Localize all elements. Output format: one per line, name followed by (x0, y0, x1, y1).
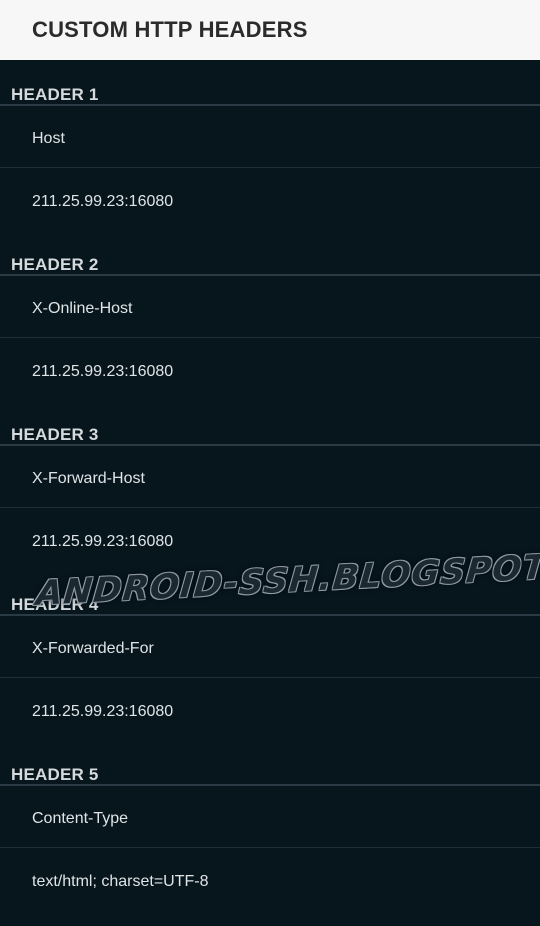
header-section-2: HEADER 2 X-Online-Host 211.25.99.23:1608… (0, 230, 540, 400)
header-value-text: 211.25.99.23:16080 (32, 193, 174, 210)
section-title: HEADER 4 (11, 595, 99, 614)
section-title: HEADER 3 (11, 425, 99, 444)
header-value-text: 211.25.99.23:16080 (32, 533, 174, 550)
row-divider (0, 167, 540, 168)
headers-list: HEADER 1 Host 211.25.99.23:16080 HEADER … (0, 60, 540, 910)
header-value-field[interactable]: 211.25.99.23:16080 (0, 339, 540, 401)
header-value-field[interactable]: 211.25.99.23:16080 (0, 679, 540, 741)
row-divider (0, 507, 540, 508)
page-title: CUSTOM HTTP HEADERS (32, 17, 308, 42)
header-value-text: text/html; charset=UTF-8 (32, 873, 209, 890)
header-name-field[interactable]: Host (0, 106, 540, 168)
header-name-field[interactable]: X-Online-Host (0, 276, 540, 338)
header-value-field[interactable]: 211.25.99.23:16080 (0, 169, 540, 231)
header-name-field[interactable]: X-Forward-Host (0, 446, 540, 508)
section-title: HEADER 1 (11, 85, 99, 104)
header-name-text: X-Online-Host (32, 300, 133, 317)
header-value-field[interactable]: 211.25.99.23:16080 (0, 509, 540, 571)
header-value-text: 211.25.99.23:16080 (32, 703, 174, 720)
header-name-text: Host (32, 130, 65, 147)
row-divider (0, 337, 540, 338)
app-bar: CUSTOM HTTP HEADERS (0, 0, 540, 60)
row-divider (0, 677, 540, 678)
header-name-text: X-Forward-Host (32, 470, 145, 487)
header-name-field[interactable]: Content-Type (0, 786, 540, 848)
header-section-5: HEADER 5 Content-Type text/html; charset… (0, 740, 540, 910)
header-section-3: HEADER 3 X-Forward-Host 211.25.99.23:160… (0, 400, 540, 570)
header-value-field[interactable]: text/html; charset=UTF-8 (0, 849, 540, 911)
header-value-text: 211.25.99.23:16080 (32, 363, 174, 380)
header-section-1: HEADER 1 Host 211.25.99.23:16080 (0, 60, 540, 230)
header-name-text: Content-Type (32, 810, 129, 827)
row-divider (0, 847, 540, 848)
header-section-4: HEADER 4 X-Forwarded-For 211.25.99.23:16… (0, 570, 540, 740)
header-name-text: X-Forwarded-For (32, 640, 154, 657)
section-title: HEADER 5 (11, 765, 99, 784)
header-name-field[interactable]: X-Forwarded-For (0, 616, 540, 678)
section-title: HEADER 2 (11, 255, 99, 274)
